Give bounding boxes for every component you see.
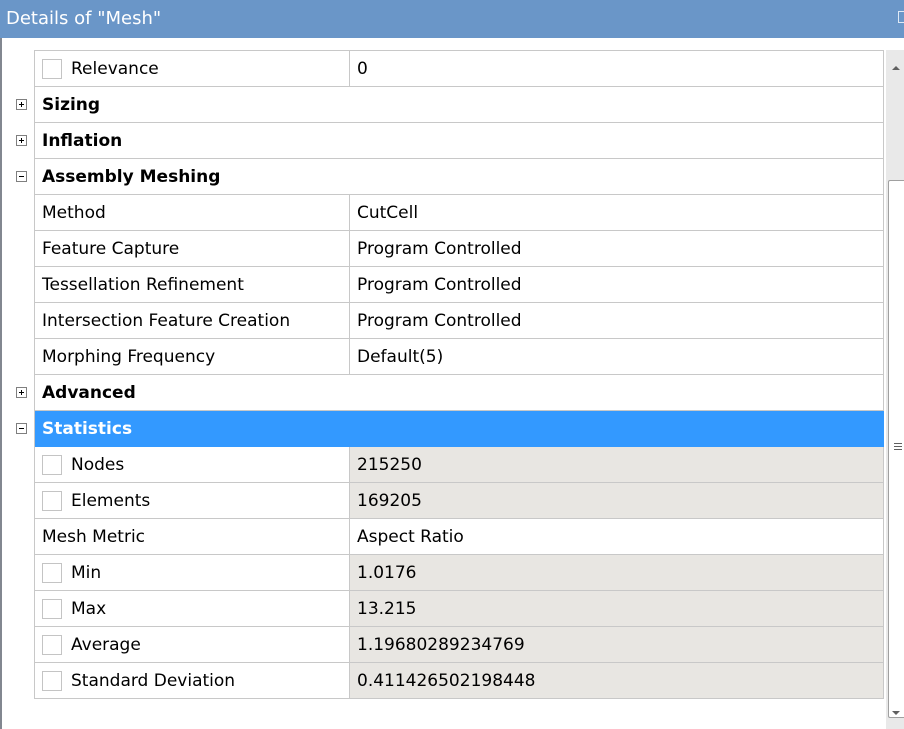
group-inflation[interactable]: Inflation <box>9 122 884 159</box>
minus-icon[interactable] <box>16 423 27 434</box>
property-row-max[interactable]: Max 13.215 <box>9 590 884 627</box>
panel-title-text: Details of "Mesh" <box>6 8 162 29</box>
property-value: 1.0176 <box>349 554 884 591</box>
row-gutter <box>9 50 35 87</box>
property-row-intersection-feature-creation[interactable]: Intersection Feature Creation Program Co… <box>9 302 884 339</box>
property-value[interactable]: Default(5) <box>349 338 884 375</box>
property-value[interactable]: Program Controlled <box>349 266 884 303</box>
parameter-checkbox[interactable] <box>42 598 62 619</box>
group-label[interactable]: Sizing <box>34 86 884 123</box>
property-row-tessellation-refinement[interactable]: Tessellation Refinement Program Controll… <box>9 266 884 303</box>
group-label[interactable]: Inflation <box>34 122 884 159</box>
property-label: Min <box>71 562 102 583</box>
property-label: Mesh Metric <box>34 518 350 555</box>
scroll-down-arrow-icon[interactable] <box>892 711 900 715</box>
parameter-checkbox[interactable] <box>42 58 62 79</box>
parameter-checkbox[interactable] <box>42 490 62 511</box>
property-value[interactable]: Aspect Ratio <box>349 518 884 555</box>
plus-icon[interactable] <box>16 99 27 110</box>
property-label: Morphing Frequency <box>34 338 350 375</box>
parameter-checkbox[interactable] <box>42 562 62 583</box>
parameter-checkbox[interactable] <box>42 454 62 475</box>
plus-icon[interactable] <box>16 387 27 398</box>
property-label: Standard Deviation <box>71 670 236 691</box>
property-row-morphing-frequency[interactable]: Morphing Frequency Default(5) <box>9 338 884 375</box>
property-label: Elements <box>71 490 151 511</box>
property-row-min[interactable]: Min 1.0176 <box>9 554 884 591</box>
property-label: Feature Capture <box>34 230 350 267</box>
property-row-elements[interactable]: Elements 169205 <box>9 482 884 519</box>
property-value[interactable]: Program Controlled <box>349 230 884 267</box>
property-value[interactable]: CutCell <box>349 194 884 231</box>
property-row-method[interactable]: Method CutCell <box>9 194 884 231</box>
property-label: Method <box>34 194 350 231</box>
property-grid: Relevance 0 Sizing Inflation Assembly Me… <box>9 50 884 699</box>
property-value: 13.215 <box>349 590 884 627</box>
property-label: Intersection Feature Creation <box>34 302 350 339</box>
property-value: 0.411426502198448 <box>349 662 884 699</box>
property-label: Nodes <box>71 454 125 475</box>
group-statistics[interactable]: Statistics <box>9 410 884 447</box>
property-label: Tessellation Refinement <box>34 266 350 303</box>
group-advanced[interactable]: Advanced <box>9 374 884 411</box>
property-label: Average <box>71 634 141 655</box>
pin-icon[interactable] <box>898 11 904 23</box>
property-value[interactable]: 0 <box>349 50 884 87</box>
group-label[interactable]: Assembly Meshing <box>34 158 884 195</box>
vertical-scrollbar[interactable] <box>886 50 904 729</box>
property-row-relevance[interactable]: Relevance 0 <box>9 50 884 87</box>
group-label[interactable]: Advanced <box>34 374 884 411</box>
property-label: Max <box>71 598 107 619</box>
details-panel: Relevance 0 Sizing Inflation Assembly Me… <box>0 38 904 729</box>
grip-icon <box>894 443 902 450</box>
plus-icon[interactable] <box>16 135 27 146</box>
group-assembly-meshing[interactable]: Assembly Meshing <box>9 158 884 195</box>
property-row-average[interactable]: Average 1.19680289234769 <box>9 626 884 663</box>
property-value: 169205 <box>349 482 884 519</box>
property-row-standard-deviation[interactable]: Standard Deviation 0.411426502198448 <box>9 662 884 699</box>
property-value: 215250 <box>349 446 884 483</box>
minus-icon[interactable] <box>16 171 27 182</box>
property-label: Relevance <box>71 58 159 79</box>
property-row-mesh-metric[interactable]: Mesh Metric Aspect Ratio <box>9 518 884 555</box>
property-value[interactable]: Program Controlled <box>349 302 884 339</box>
property-value: 1.19680289234769 <box>349 626 884 663</box>
property-row-nodes[interactable]: Nodes 215250 <box>9 446 884 483</box>
group-sizing[interactable]: Sizing <box>9 86 884 123</box>
group-label[interactable]: Statistics <box>34 410 884 447</box>
scroll-up-arrow-icon[interactable] <box>892 66 900 70</box>
details-panel-title: Details of "Mesh" <box>0 0 904 38</box>
property-row-feature-capture[interactable]: Feature Capture Program Controlled <box>9 230 884 267</box>
scrollbar-thumb[interactable] <box>888 180 904 718</box>
parameter-checkbox[interactable] <box>42 634 62 655</box>
parameter-checkbox[interactable] <box>42 670 62 691</box>
